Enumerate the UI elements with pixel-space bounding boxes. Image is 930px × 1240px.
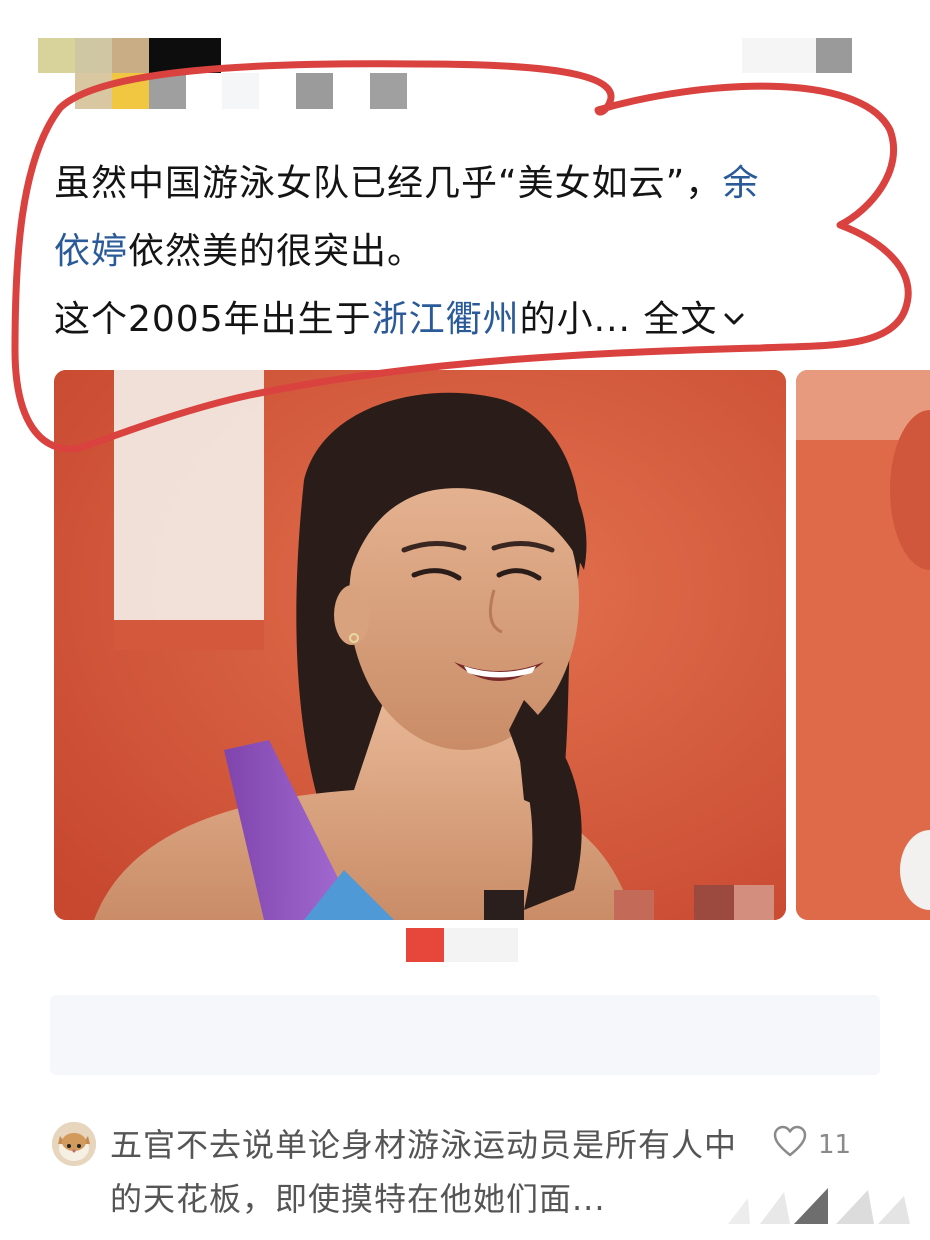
commenter-avatar[interactable]	[52, 1122, 96, 1166]
next-photo[interactable]	[796, 370, 930, 920]
location-link[interactable]: 浙江衢州	[372, 299, 520, 340]
post-text-segment: 这个2005年出生于	[54, 299, 372, 340]
post-photo[interactable]	[54, 370, 786, 920]
heart-icon	[772, 1124, 808, 1165]
cat-avatar-icon	[52, 1122, 96, 1166]
expand-full-text-button[interactable]: 全文	[643, 299, 747, 340]
photo-illustration	[54, 370, 786, 920]
watermark-logo	[728, 1188, 910, 1224]
obscured-content-strip	[50, 995, 880, 1075]
like-button[interactable]: 11	[772, 1124, 851, 1165]
post-line-3: 这个2005年出生于浙江衢州的小... 全文	[54, 286, 884, 355]
post-body: 虽然中国游泳女队已经几乎“美女如云”，余 依婷依然美的很突出。 这个2005年出…	[54, 150, 884, 355]
next-photo-illustration	[796, 370, 930, 920]
comment-text: 五官不去说单论身材游泳运动员是所有人中的天花板，即使摸特在他她们面...	[110, 1126, 738, 1218]
person-link[interactable]: 余	[722, 163, 759, 204]
post-line-2: 依婷依然美的很突出。	[54, 218, 884, 286]
post-text-segment: 虽然中国游泳女队已经几乎“美女如云”，	[54, 163, 723, 204]
like-count: 11	[818, 1129, 852, 1160]
post-text-segment: 的小...	[519, 299, 644, 340]
obscured-indicator	[406, 928, 444, 962]
obscured-indicator	[444, 928, 518, 962]
post-text-segment: 依然美的很突出。	[128, 231, 425, 272]
post-line-1: 虽然中国游泳女队已经几乎“美女如云”，余	[54, 150, 884, 218]
person-link[interactable]: 依婷	[54, 231, 128, 272]
chevron-down-icon	[721, 287, 747, 355]
expand-label: 全文	[643, 299, 718, 340]
